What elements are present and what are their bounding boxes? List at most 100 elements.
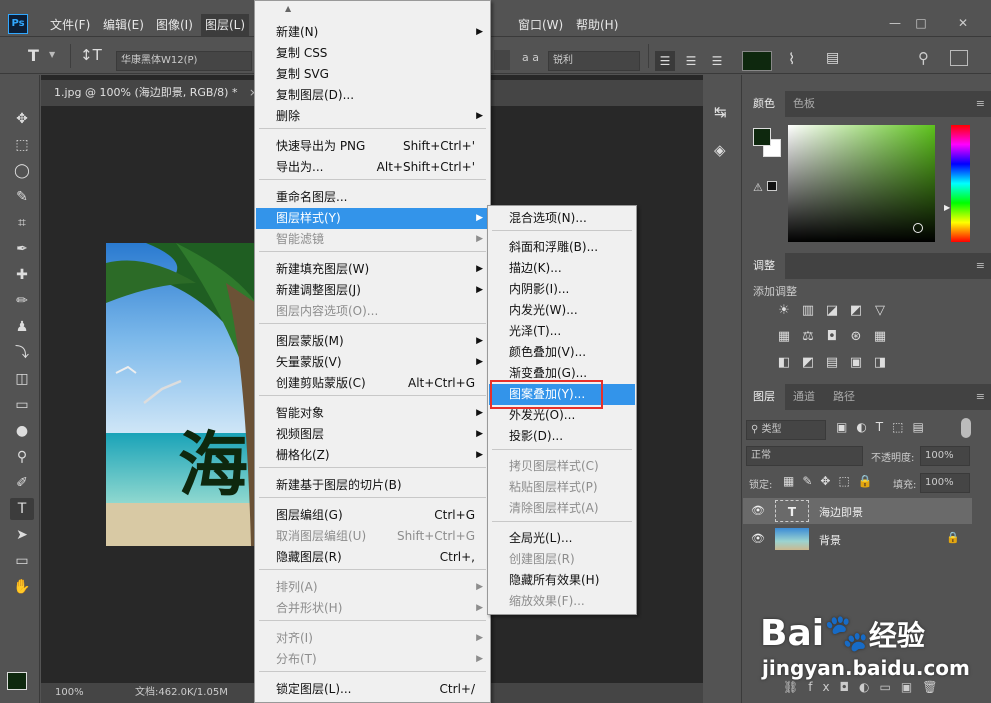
adjustment-row2-0-icon[interactable]: ▦ — [775, 329, 793, 345]
layer-row-text[interactable]: 👁 T 海边即景 — [743, 498, 972, 524]
lock-icons[interactable]: ▦✎✥⬚🔒 — [783, 474, 881, 488]
align-center-icon[interactable]: ☰ — [681, 51, 701, 71]
layer-menu-item[interactable]: 矢量蒙版(V) ▶ — [256, 352, 489, 373]
tool-17-icon[interactable]: ▭ — [10, 550, 34, 572]
adjustment-row3-2-icon[interactable]: ▤ — [823, 355, 841, 371]
adjustment-row3-3-icon[interactable]: ▣ — [847, 355, 865, 371]
layer-menu-item[interactable]: 对齐(I) ▶ — [256, 628, 489, 649]
foreground-color-swatch[interactable] — [7, 672, 27, 690]
adjustment-row1-2-icon[interactable]: ◪ — [823, 303, 841, 319]
layer-name[interactable]: 背景 — [819, 532, 841, 548]
tool-8-icon[interactable]: ♟ — [10, 316, 34, 338]
tool-5-icon[interactable]: ✒ — [10, 238, 34, 260]
tool-2-icon[interactable]: ◯ — [10, 160, 34, 182]
style-menu-item[interactable]: 混合选项(N)... — [489, 208, 635, 229]
layer-menu-item[interactable]: 锁定图层(L)... Ctrl+/ — [256, 679, 489, 700]
tool-15-icon[interactable]: T — [10, 498, 34, 520]
adjustment-row3-0-icon[interactable]: ◧ — [775, 355, 793, 371]
layer-menu-item[interactable]: 图层样式(Y) ▶ — [256, 208, 489, 229]
fg-color-chip[interactable] — [753, 128, 771, 146]
tab-swatches[interactable]: 色板 — [783, 91, 825, 117]
layer-menu-item[interactable]: 重命名图层... — [256, 187, 489, 208]
search-icon[interactable]: ⚲ — [918, 49, 929, 67]
layer-menu-item[interactable]: 图层内容选项(O)... — [256, 301, 489, 322]
layer-menu-item[interactable]: 复制图层(D)... — [256, 85, 489, 106]
adjustment-row2-2-icon[interactable]: ◘ — [823, 329, 841, 345]
visibility-eye-icon[interactable]: 👁 — [751, 532, 765, 545]
web-safe-chip[interactable] — [767, 181, 777, 191]
layer-menu-item[interactable]: 智能滤镜 ▶ — [256, 229, 489, 250]
layer-menu-item[interactable]: 新建调整图层(J) ▶ — [256, 280, 489, 301]
opacity-input[interactable]: 100% — [920, 446, 970, 466]
tab-color[interactable]: 颜色 — [743, 91, 785, 117]
tool-7-icon[interactable]: ✏ — [10, 290, 34, 312]
font-size-select-end[interactable] — [494, 50, 510, 70]
panel-menu-icon[interactable]: ≡ — [976, 390, 985, 403]
filter-toggle[interactable] — [961, 418, 971, 438]
layer-menu-item[interactable]: 新建基于图层的切片(B) — [256, 475, 489, 496]
style-menu-item[interactable]: 粘贴图层样式(P) — [489, 477, 635, 498]
tool-18-icon[interactable]: ✋ — [10, 576, 34, 598]
fill-input[interactable]: 100% — [920, 473, 970, 493]
tab-channels[interactable]: 通道 — [783, 384, 825, 410]
layer-menu-item[interactable]: 排列(A) ▶ — [256, 577, 489, 598]
character-panel-icon[interactable]: ▤ — [826, 50, 839, 66]
color-field[interactable] — [788, 125, 935, 242]
style-menu-item[interactable]: 内阴影(I)... — [489, 279, 635, 300]
canvas-image[interactable]: 海 — [106, 243, 256, 546]
tool-3-icon[interactable]: ✎ — [10, 186, 34, 208]
text-orientation-icon[interactable]: ↕T — [80, 46, 102, 64]
layer-menu-item[interactable]: 栅格化(Z) ▶ — [256, 445, 489, 466]
menu-layer[interactable]: 图层(L) — [201, 14, 250, 36]
layer-menu-item[interactable]: 图层蒙版(M) ▶ — [256, 331, 489, 352]
visibility-eye-icon[interactable]: 👁 — [751, 504, 765, 517]
layer-menu-item[interactable]: 合并形状(H) ▶ — [256, 598, 489, 619]
hue-slider[interactable] — [951, 125, 970, 242]
layer-menu-item[interactable]: 创建剪贴蒙版(C) Alt+Ctrl+G — [256, 373, 489, 394]
style-menu-item[interactable]: 隐藏所有效果(H) — [489, 570, 635, 591]
gamut-warning-icon[interactable]: ⚠ — [753, 181, 763, 194]
anti-alias-select[interactable]: 锐利 — [548, 51, 640, 71]
adjustment-row1-0-icon[interactable]: ☀ — [775, 303, 793, 319]
tool-10-icon[interactable]: ◫ — [10, 368, 34, 390]
tab-paths[interactable]: 路径 — [823, 384, 865, 410]
chevron-down-icon[interactable]: ▼ — [49, 50, 55, 59]
style-menu-item[interactable]: 清除图层样式(A) — [489, 498, 635, 519]
style-menu-item[interactable]: 颜色叠加(V)... — [489, 342, 635, 363]
adjustment-row1-4-icon[interactable]: ▽ — [871, 303, 889, 319]
menu-file[interactable]: 文件(F) — [46, 14, 94, 36]
type-tool-icon[interactable]: T — [28, 46, 39, 65]
document-tab[interactable]: 1.jpg @ 100% (海边即景, RGB/8) * × — [48, 82, 264, 104]
layer-menu-item[interactable]: 快速导出为 PNG Shift+Ctrl+' — [256, 136, 489, 157]
hue-slider-handle[interactable]: ▶ — [944, 203, 950, 212]
tab-adjustments[interactable]: 调整 — [743, 253, 785, 279]
style-menu-item[interactable]: 拷贝图层样式(C) — [489, 456, 635, 477]
layer-menu-item[interactable]: 分布(T) ▶ — [256, 649, 489, 670]
tool-14-icon[interactable]: ✐ — [10, 472, 34, 494]
adjustment-row1-3-icon[interactable]: ◩ — [847, 303, 865, 319]
maximize-button[interactable]: □ — [910, 14, 932, 32]
style-menu-item[interactable]: 光泽(T)... — [489, 321, 635, 342]
zoom-level[interactable]: 100% — [55, 683, 84, 703]
layer-menu-item[interactable]: 导出为... Alt+Shift+Ctrl+' — [256, 157, 489, 178]
style-menu-item[interactable]: 描边(K)... — [489, 258, 635, 279]
style-menu-item[interactable]: 内发光(W)... — [489, 300, 635, 321]
layer-name[interactable]: 海边即景 — [819, 504, 863, 520]
menu-edit[interactable]: 编辑(E) — [99, 14, 148, 36]
tool-9-icon[interactable]: ⤵ — [10, 342, 34, 364]
align-right-icon[interactable]: ☰ — [707, 51, 727, 71]
text-color-swatch[interactable] — [742, 51, 772, 71]
layer-row-background[interactable]: 👁 背景 🔒 — [743, 526, 972, 552]
scroll-up-icon[interactable]: ▲ — [285, 4, 291, 13]
tool-4-icon[interactable]: ⌗ — [10, 212, 34, 234]
layer-menu-item[interactable]: 图层编组(G) Ctrl+G — [256, 505, 489, 526]
tool-1-icon[interactable]: ⬚ — [10, 134, 34, 156]
layer-menu-item[interactable]: 视频图层 ▶ — [256, 424, 489, 445]
layer-menu-item[interactable]: 隐藏图层(R) Ctrl+, — [256, 547, 489, 568]
filter-icons[interactable]: ▣◐T⬚▤ — [836, 420, 933, 434]
adjustment-row3-4-icon[interactable]: ◨ — [871, 355, 889, 371]
tool-0-icon[interactable]: ✥ — [10, 108, 34, 130]
adjustment-row2-3-icon[interactable]: ⊛ — [847, 329, 865, 345]
adjustment-row3-1-icon[interactable]: ◩ — [799, 355, 817, 371]
tool-11-icon[interactable]: ▭ — [10, 394, 34, 416]
